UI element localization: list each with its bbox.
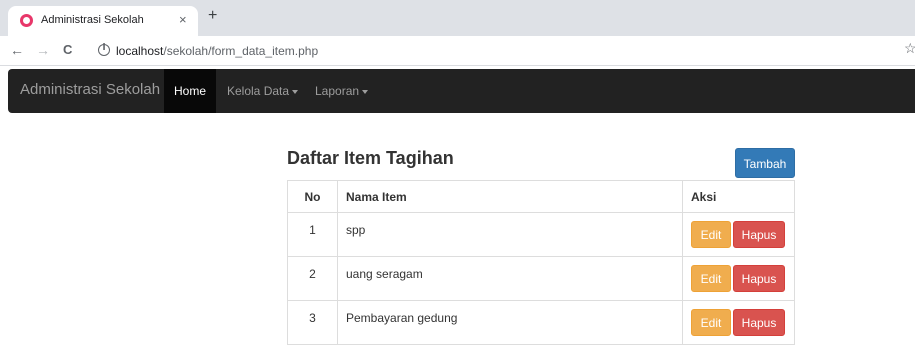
add-item-button[interactable]: Tambah [735, 148, 795, 178]
table-row: 1 spp Edit Hapus [287, 212, 795, 257]
delete-button[interactable]: Hapus [733, 265, 785, 292]
items-table: No Nama Item Aksi 1 spp Edit Hapus 2 uang… [287, 180, 795, 345]
table-header-row: No Nama Item Aksi [287, 180, 795, 213]
row-actions: Edit Hapus [682, 212, 795, 257]
url-host: localhost [116, 44, 164, 58]
caret-down-icon [362, 89, 369, 94]
navbar-brand[interactable]: Administrasi Sekolah [20, 81, 160, 98]
bookmark-star-icon[interactable]: ☆ [904, 41, 915, 55]
item-name: uang seragam [337, 256, 683, 301]
row-number: 3 [287, 300, 338, 345]
edit-button[interactable]: Edit [691, 309, 731, 336]
nav-item-label: Kelola Data [227, 84, 290, 98]
url-text[interactable]: localhost/sekolah/form_data_item.php [116, 44, 318, 58]
app-navbar: Administrasi Sekolah Home Kelola Data La… [8, 69, 915, 113]
nav-item-home[interactable]: Home [164, 69, 217, 113]
back-arrow-icon[interactable]: ← [10, 42, 24, 58]
column-header-nama-item: Nama Item [337, 180, 683, 213]
new-tab-button[interactable]: + [208, 8, 217, 24]
row-number: 1 [287, 212, 338, 257]
caret-down-icon [292, 89, 299, 94]
table-row: 2 uang seragam Edit Hapus [287, 256, 795, 301]
item-name: Pembayaran gedung [337, 300, 683, 345]
tab-close-icon[interactable]: × [179, 12, 187, 27]
edit-button[interactable]: Edit [691, 265, 731, 292]
nav-item-kelola-data[interactable]: Kelola Data [227, 69, 299, 113]
delete-button[interactable]: Hapus [733, 221, 785, 248]
delete-button[interactable]: Hapus [733, 309, 785, 336]
nav-item-label: Laporan [315, 84, 360, 98]
site-favicon-icon [20, 14, 33, 27]
nav-item-laporan[interactable]: Laporan [315, 69, 369, 113]
table-row: 3 Pembayaran gedung Edit Hapus [287, 300, 795, 345]
browser-toolbar: ← → C localhost/sekolah/form_data_item.p… [0, 36, 915, 66]
tab-title: Administrasi Sekolah [41, 14, 144, 26]
item-name: spp [337, 212, 683, 257]
row-actions: Edit Hapus [682, 256, 795, 301]
forward-arrow-icon[interactable]: → [36, 42, 50, 58]
column-header-no: No [287, 180, 338, 213]
url-path: /sekolah/form_data_item.php [163, 44, 319, 58]
row-actions: Edit Hapus [682, 300, 795, 345]
browser-tab[interactable]: Administrasi Sekolah × [8, 6, 198, 36]
page-title: Daftar Item Tagihan [287, 148, 454, 168]
row-number: 2 [287, 256, 338, 301]
browser-tab-strip: Administrasi Sekolah × + [0, 0, 915, 36]
reload-icon[interactable]: C [63, 42, 72, 58]
edit-button[interactable]: Edit [691, 221, 731, 248]
column-header-aksi: Aksi [682, 180, 795, 213]
info-icon[interactable] [98, 43, 110, 56]
address-bar[interactable]: localhost/sekolah/form_data_item.php [92, 40, 912, 62]
